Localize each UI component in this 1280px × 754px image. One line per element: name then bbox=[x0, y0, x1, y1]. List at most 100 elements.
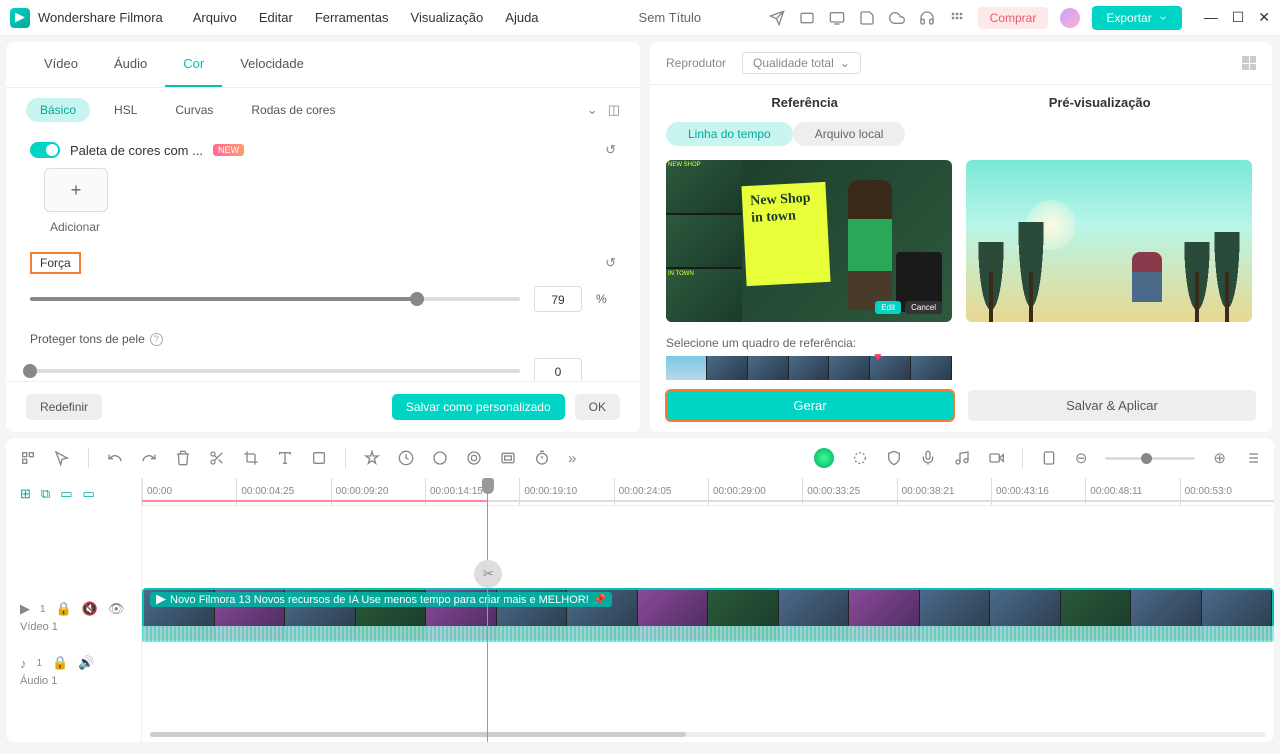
protect-value[interactable]: 0 bbox=[534, 358, 582, 381]
clip-pin-icon: 📌 bbox=[593, 593, 607, 606]
audio-track-icon[interactable]: ♪ bbox=[20, 656, 27, 671]
tab-audio[interactable]: Áudio bbox=[96, 42, 165, 87]
cut-icon[interactable] bbox=[209, 450, 225, 466]
subtab-hsl[interactable]: HSL bbox=[100, 98, 151, 122]
menu-file[interactable]: Arquivo bbox=[193, 10, 237, 25]
tab-video[interactable]: Vídeo bbox=[26, 42, 96, 87]
record-icon[interactable] bbox=[988, 450, 1004, 466]
enhance-icon[interactable] bbox=[852, 450, 868, 466]
menu-view[interactable]: Visualização bbox=[411, 10, 484, 25]
playhead[interactable]: ✂ bbox=[487, 478, 488, 742]
add-palette-button[interactable]: + bbox=[44, 168, 108, 212]
select-tool-icon[interactable] bbox=[20, 450, 36, 466]
menu-edit[interactable]: Editar bbox=[259, 10, 293, 25]
ref-edit-button[interactable]: Edit bbox=[875, 301, 901, 314]
more-icon[interactable]: » bbox=[568, 450, 576, 467]
save-icon[interactable] bbox=[858, 9, 876, 27]
force-value[interactable]: 79 bbox=[534, 286, 582, 312]
palette-toggle[interactable] bbox=[30, 142, 60, 158]
speed-icon[interactable] bbox=[398, 450, 414, 466]
music-icon[interactable] bbox=[954, 450, 970, 466]
mic-icon[interactable] bbox=[920, 450, 936, 466]
subtab-basic[interactable]: Básico bbox=[26, 98, 90, 122]
pill-timeline[interactable]: Linha do tempo bbox=[666, 122, 793, 146]
cursor-tool-icon[interactable] bbox=[54, 450, 70, 466]
timeline-hscroll[interactable] bbox=[142, 730, 1274, 738]
menu-tools[interactable]: Ferramentas bbox=[315, 10, 389, 25]
split-handle-icon[interactable]: ✂ bbox=[474, 560, 502, 588]
menu-help[interactable]: Ajuda bbox=[505, 10, 538, 25]
screen-icon[interactable] bbox=[828, 9, 846, 27]
media-icon[interactable] bbox=[798, 9, 816, 27]
apps-icon[interactable] bbox=[948, 9, 966, 27]
playhead-handle[interactable] bbox=[482, 478, 494, 494]
close-button[interactable]: ✕ bbox=[1258, 9, 1270, 26]
color-icon[interactable] bbox=[432, 450, 448, 466]
ref-cancel-button[interactable]: Cancel bbox=[905, 301, 942, 314]
user-avatar[interactable] bbox=[1060, 8, 1080, 28]
export-button[interactable]: Exportar bbox=[1092, 6, 1181, 30]
headphones-icon[interactable] bbox=[918, 9, 936, 27]
info-icon[interactable]: ? bbox=[150, 333, 163, 346]
compare-icon[interactable]: ◫ bbox=[608, 102, 620, 118]
ai-badge-icon[interactable] bbox=[814, 448, 834, 468]
speaker-icon[interactable]: 🔊 bbox=[78, 655, 94, 671]
text-icon[interactable] bbox=[277, 450, 293, 466]
reset-button[interactable]: Redefinir bbox=[26, 394, 102, 420]
reference-image[interactable]: NEW SHOPIN TOWN New Shop in town Edit Ca… bbox=[666, 160, 952, 322]
cloud-icon[interactable] bbox=[888, 9, 906, 27]
crop-icon[interactable] bbox=[243, 450, 259, 466]
undo-icon[interactable] bbox=[107, 450, 123, 466]
zoom-in-icon[interactable]: ⊕ bbox=[1213, 449, 1226, 467]
shield-icon[interactable] bbox=[886, 450, 902, 466]
mute-icon[interactable]: 🔇 bbox=[82, 601, 98, 617]
pill-local-file[interactable]: Arquivo local bbox=[793, 122, 906, 146]
hscroll-thumb[interactable] bbox=[150, 732, 686, 737]
eye-icon[interactable]: 👁 bbox=[108, 601, 125, 617]
force-reset-icon[interactable]: ↺ bbox=[605, 255, 616, 271]
frame-marker-icon[interactable]: ▼ bbox=[872, 350, 884, 364]
subtab-wheels[interactable]: Rodas de cores bbox=[237, 98, 349, 122]
audio-waveform[interactable] bbox=[142, 626, 1274, 642]
force-slider[interactable] bbox=[30, 297, 520, 301]
link-icon[interactable]: ⧉ bbox=[41, 486, 50, 502]
video-track-icon[interactable]: ▶ bbox=[20, 601, 30, 617]
redo-icon[interactable] bbox=[141, 450, 157, 466]
track-icon-1[interactable]: ▭ bbox=[60, 486, 72, 502]
tab-speed[interactable]: Velocidade bbox=[222, 42, 322, 87]
send-icon[interactable] bbox=[768, 9, 786, 27]
shape-icon[interactable] bbox=[311, 450, 327, 466]
timeline-tracks-area[interactable]: 00:00 00:00:04:25 00:00:09:20 00:00:14:1… bbox=[142, 478, 1274, 742]
palette-reset-icon[interactable]: ↺ bbox=[605, 142, 616, 158]
subtab-curves[interactable]: Curvas bbox=[161, 98, 227, 122]
effects-icon[interactable] bbox=[364, 450, 380, 466]
mask-icon[interactable] bbox=[500, 450, 516, 466]
inspector-panel: Vídeo Áudio Cor Velocidade Básico HSL Cu… bbox=[6, 42, 640, 432]
timeline-ruler[interactable]: 00:00 00:00:04:25 00:00:09:20 00:00:14:1… bbox=[142, 478, 1274, 506]
grid-layout-icon[interactable] bbox=[1242, 56, 1256, 70]
quality-select[interactable]: Qualidade total ⌄ bbox=[742, 52, 861, 74]
ok-button[interactable]: OK bbox=[575, 394, 620, 420]
timer-icon[interactable] bbox=[534, 450, 550, 466]
buy-button[interactable]: Comprar bbox=[978, 7, 1049, 29]
lock-icon[interactable]: 🔒 bbox=[52, 655, 68, 671]
lock-icon[interactable]: 🔒 bbox=[56, 601, 72, 617]
generate-button[interactable]: Gerar bbox=[666, 390, 954, 421]
track-icon-2[interactable]: ▭ bbox=[83, 486, 95, 502]
delete-icon[interactable] bbox=[175, 450, 191, 466]
save-custom-button[interactable]: Salvar como personalizado bbox=[392, 394, 565, 420]
zoom-out-icon[interactable]: ⊖ bbox=[1075, 449, 1088, 467]
ai-tool-icon[interactable] bbox=[466, 450, 482, 466]
maximize-button[interactable]: ☐ bbox=[1232, 9, 1245, 26]
preview-image[interactable] bbox=[966, 160, 1252, 322]
add-track-icon[interactable]: ⊞ bbox=[20, 486, 31, 502]
zoom-slider[interactable] bbox=[1105, 457, 1195, 460]
chevron-down-icon[interactable]: ⌄ bbox=[587, 102, 598, 118]
marker-icon[interactable] bbox=[1041, 450, 1057, 466]
tab-color[interactable]: Cor bbox=[165, 42, 222, 87]
minimize-button[interactable]: — bbox=[1204, 9, 1218, 26]
protect-slider[interactable] bbox=[30, 369, 520, 373]
reference-frames[interactable]: ▼ bbox=[666, 356, 952, 380]
save-apply-button[interactable]: Salvar & Aplicar bbox=[968, 390, 1256, 421]
list-icon[interactable] bbox=[1244, 450, 1260, 466]
